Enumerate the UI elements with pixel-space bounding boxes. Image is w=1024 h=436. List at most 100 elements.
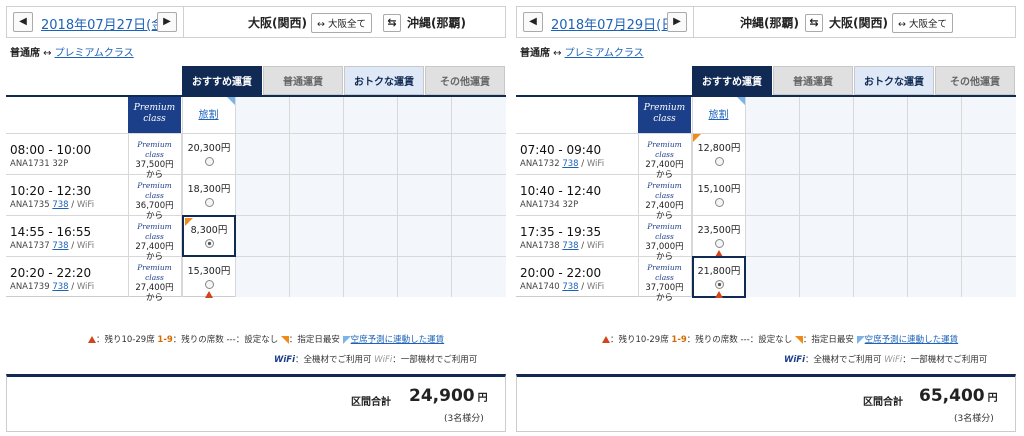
- diamond-arrows-icon: ↔: [316, 18, 328, 30]
- fare-radio[interactable]: [204, 157, 214, 166]
- tab-discount[interactable]: おトクな運賃: [854, 66, 934, 95]
- fare-cell[interactable]: 8,300円: [182, 215, 236, 257]
- swap-route-button[interactable]: ⇆: [804, 13, 823, 32]
- date-link[interactable]: 2018年07月27日(金): [41, 14, 169, 33]
- linked-fare-corner-icon: [856, 335, 865, 344]
- tab-recommended[interactable]: おすすめ運賃: [182, 66, 262, 95]
- fare-grid: Premium class 旅割 08:00 - 10:00 ANA1731 32P P…: [6, 97, 506, 303]
- fare-tabs: おすすめ運賃 普通運賃 おトクな運賃 その他運賃: [182, 66, 506, 95]
- fare-price: 15,100円: [697, 184, 741, 195]
- fare-tabs: おすすめ運賃 普通運賃 おトクな運賃 その他運賃: [692, 66, 1016, 95]
- tab-other[interactable]: その他運賃: [935, 66, 1015, 95]
- fare-radio[interactable]: [714, 280, 724, 289]
- premium-price-cell[interactable]: Premium class 37,700円 から: [638, 256, 692, 303]
- aircraft-link[interactable]: 738: [562, 282, 578, 292]
- premium-price: 27,400円: [645, 201, 684, 211]
- flight-number: ANA1734: [520, 200, 560, 210]
- fare-radio[interactable]: [714, 198, 724, 207]
- grid-column-line: [397, 97, 398, 297]
- aircraft-link[interactable]: 738: [52, 200, 68, 210]
- fare-cell[interactable]: 20,300円: [182, 133, 236, 175]
- aircraft-type: 32P: [52, 159, 69, 169]
- flight-time: 20:00 - 22:00: [520, 266, 602, 280]
- total-value: 65,400: [919, 386, 985, 406]
- premium-class-link[interactable]: プレミアムクラス: [565, 48, 644, 59]
- fare-cell[interactable]: 15,300円: [182, 256, 236, 298]
- legend-linked-fare-link[interactable]: 空席予測に連動した運賃: [865, 335, 959, 345]
- aircraft-link[interactable]: 738: [562, 159, 578, 169]
- tabiwari-link[interactable]: 旅割: [709, 110, 729, 121]
- legend-linked-fare-link[interactable]: 空席予測に連動した運賃: [351, 335, 445, 345]
- flight-code-line: ANA1734 32P: [520, 200, 638, 210]
- total-subtext: (3名様分): [444, 414, 484, 424]
- premium-price-cell[interactable]: Premium class 36,700円 から: [128, 174, 182, 221]
- swap-route-button[interactable]: ⇆: [382, 13, 401, 32]
- flight-info: 17:35 - 19:35 ANA1738 738 / WiFi: [520, 225, 638, 251]
- flight-time: 20:20 - 22:20: [10, 266, 92, 280]
- legend-earlybird: ：指定日最安: [802, 335, 854, 345]
- legend-not-set: ：設定なし: [749, 335, 793, 345]
- divider: [183, 7, 184, 38]
- origin-city: 大阪(関西): [248, 16, 307, 30]
- next-date-button[interactable]: ▶: [667, 12, 687, 32]
- fare-radio[interactable]: [204, 239, 214, 248]
- tab-discount[interactable]: おトクな運賃: [344, 66, 424, 95]
- outbound-pane: ◀ 2018年07月27日(金) ▶ 大阪(関西) ↔ 大阪全て ⇆ 沖縄(那覇) 普通席 ↔…: [6, 6, 506, 432]
- premium-class-label: Premium class: [137, 263, 172, 282]
- wifi-label: WiFi: [76, 200, 95, 210]
- fare-cell[interactable]: 15,100円: [692, 174, 746, 216]
- fare-radio[interactable]: [714, 239, 724, 248]
- fare-cell[interactable]: 23,500円: [692, 215, 746, 257]
- premium-price: 27,400円: [135, 242, 174, 252]
- fare-cell[interactable]: 21,800円: [692, 256, 746, 298]
- wifi-label: WiFi: [586, 241, 605, 251]
- origin-all-airports-chip[interactable]: ↔ 大阪全て: [310, 12, 372, 33]
- prev-date-button[interactable]: ◀: [13, 12, 33, 32]
- flight-code-line: ANA1739 738 / WiFi: [10, 282, 95, 292]
- tab-other[interactable]: その他運賃: [425, 66, 505, 95]
- total-label: 区間合計: [863, 397, 903, 408]
- premium-price-cell[interactable]: Premium class 27,400円 から: [638, 133, 692, 180]
- fare-radio[interactable]: [714, 157, 724, 166]
- tab-normal[interactable]: 普通運賃: [263, 66, 343, 95]
- fare-cell[interactable]: 18,300円: [182, 174, 236, 216]
- total-unit: 円: [477, 393, 488, 404]
- dest-all-airports-chip[interactable]: ↔ 大阪全て: [891, 12, 953, 33]
- aircraft-link[interactable]: 738: [52, 282, 68, 292]
- aircraft-link[interactable]: 738: [52, 241, 68, 251]
- tab-normal[interactable]: 普通運賃: [773, 66, 853, 95]
- flight-time: 10:40 - 12:40: [520, 184, 602, 198]
- aircraft-link[interactable]: 738: [562, 241, 578, 251]
- date-link[interactable]: 2018年07月29日(日): [551, 14, 679, 33]
- premium-price-cell[interactable]: Premium class 27,400円 から: [638, 174, 692, 221]
- grid-row-line: [516, 174, 1016, 175]
- divider: [693, 7, 694, 38]
- low-seats-triangle-icon: [602, 336, 610, 343]
- legend-low-seats: ：残り10-29席: [96, 335, 155, 345]
- grid-column-line: [289, 97, 290, 297]
- fare-radio[interactable]: [204, 280, 214, 289]
- tabiwari-link[interactable]: 旅割: [199, 110, 219, 121]
- premium-class-label: Premium class: [647, 140, 682, 159]
- prev-date-button[interactable]: ◀: [523, 12, 543, 32]
- legend-wifi-some: ：一部機材でご利用可: [392, 355, 478, 365]
- premium-price-cell[interactable]: Premium class 37,000円 から: [638, 215, 692, 262]
- swap-arrows-icon: ⇆: [809, 15, 819, 29]
- total-label: 区間合計: [351, 397, 391, 408]
- linked-fare-corner: [227, 97, 235, 105]
- destination-city: 沖縄(那覇): [406, 16, 466, 30]
- premium-price-cell[interactable]: Premium class 27,400円 から: [128, 215, 182, 262]
- fare-cell[interactable]: 12,800円: [692, 133, 746, 175]
- premium-class-header: Premium class: [638, 97, 691, 133]
- tab-recommended[interactable]: おすすめ運賃: [692, 66, 772, 95]
- premium-price-cell[interactable]: Premium class 27,400円 から: [128, 256, 182, 303]
- fare-radio[interactable]: [204, 198, 214, 207]
- legend-seat-count-number: 1-9: [157, 335, 173, 345]
- premium-class-link[interactable]: プレミアムクラス: [55, 48, 134, 59]
- premium-from: から: [655, 293, 673, 303]
- premium-price-cell[interactable]: Premium class 37,500円 から: [128, 133, 182, 180]
- flight-code-line: ANA1737 738 / WiFi: [10, 241, 95, 251]
- wifi-all-mark: WiFi: [784, 355, 806, 365]
- fare-price: 20,300円: [187, 143, 231, 154]
- next-date-button[interactable]: ▶: [157, 12, 177, 32]
